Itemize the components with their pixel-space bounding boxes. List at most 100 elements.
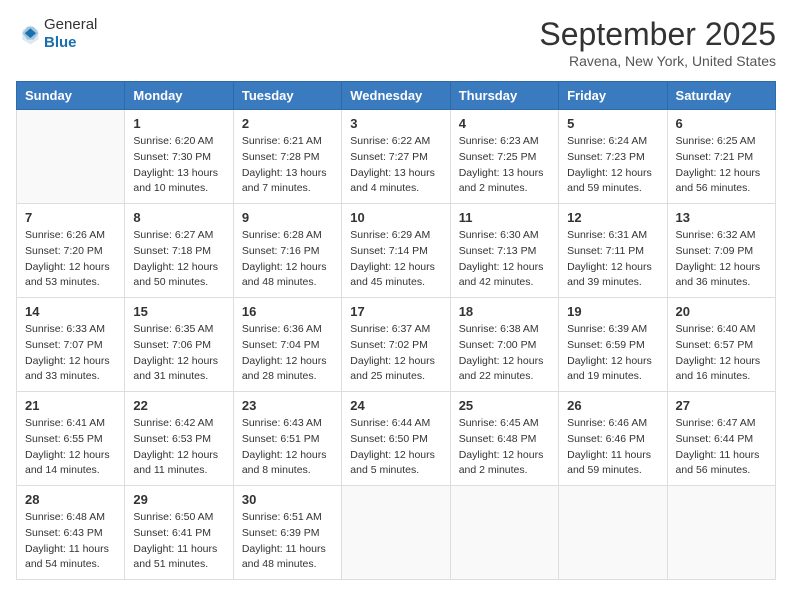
day-info: Sunrise: 6:44 AM Sunset: 6:50 PM Dayligh… — [350, 416, 441, 479]
weekday-header: Thursday — [450, 82, 558, 110]
day-number: 5 — [567, 116, 658, 131]
calendar-cell: 19 Sunrise: 6:39 AM Sunset: 6:59 PM Dayli… — [559, 298, 667, 392]
calendar-cell — [342, 486, 450, 580]
day-info: Sunrise: 6:33 AM Sunset: 7:07 PM Dayligh… — [25, 322, 116, 385]
day-info: Sunrise: 6:27 AM Sunset: 7:18 PM Dayligh… — [133, 228, 224, 291]
day-info: Sunrise: 6:41 AM Sunset: 6:55 PM Dayligh… — [25, 416, 116, 479]
calendar-cell — [17, 110, 125, 204]
calendar-cell — [450, 486, 558, 580]
logo: General Blue — [16, 16, 97, 52]
calendar-cell: 4 Sunrise: 6:23 AM Sunset: 7:25 PM Daylig… — [450, 110, 558, 204]
day-info: Sunrise: 6:20 AM Sunset: 7:30 PM Dayligh… — [133, 134, 224, 197]
location: Ravena, New York, United States — [539, 53, 776, 69]
day-number: 19 — [567, 304, 658, 319]
weekday-header: Monday — [125, 82, 233, 110]
day-number: 14 — [25, 304, 116, 319]
day-info: Sunrise: 6:47 AM Sunset: 6:44 PM Dayligh… — [676, 416, 767, 479]
day-info: Sunrise: 6:22 AM Sunset: 7:27 PM Dayligh… — [350, 134, 441, 197]
calendar-cell: 27 Sunrise: 6:47 AM Sunset: 6:44 PM Dayli… — [667, 392, 775, 486]
calendar-cell: 22 Sunrise: 6:42 AM Sunset: 6:53 PM Dayli… — [125, 392, 233, 486]
day-number: 27 — [676, 398, 767, 413]
title-block: September 2025 Ravena, New York, United … — [539, 16, 776, 69]
calendar-cell: 30 Sunrise: 6:51 AM Sunset: 6:39 PM Dayli… — [233, 486, 341, 580]
day-info: Sunrise: 6:23 AM Sunset: 7:25 PM Dayligh… — [459, 134, 550, 197]
day-number: 8 — [133, 210, 224, 225]
calendar-cell: 1 Sunrise: 6:20 AM Sunset: 7:30 PM Daylig… — [125, 110, 233, 204]
calendar-cell: 10 Sunrise: 6:29 AM Sunset: 7:14 PM Dayli… — [342, 204, 450, 298]
calendar-cell: 16 Sunrise: 6:36 AM Sunset: 7:04 PM Dayli… — [233, 298, 341, 392]
weekday-header: Tuesday — [233, 82, 341, 110]
day-number: 16 — [242, 304, 333, 319]
logo-text: General Blue — [44, 16, 97, 52]
week-row: 1 Sunrise: 6:20 AM Sunset: 7:30 PM Daylig… — [17, 110, 776, 204]
week-row: 14 Sunrise: 6:33 AM Sunset: 7:07 PM Dayli… — [17, 298, 776, 392]
week-row: 7 Sunrise: 6:26 AM Sunset: 7:20 PM Daylig… — [17, 204, 776, 298]
calendar-cell: 12Sunrise: 6:31 AM Sunset: 7:11 PM Dayli… — [559, 204, 667, 298]
day-info: Sunrise: 6:51 AM Sunset: 6:39 PM Dayligh… — [242, 510, 333, 573]
day-info: Sunrise: 6:32 AM Sunset: 7:09 PM Dayligh… — [676, 228, 767, 291]
day-info: Sunrise: 6:35 AM Sunset: 7:06 PM Dayligh… — [133, 322, 224, 385]
day-number: 23 — [242, 398, 333, 413]
day-number: 9 — [242, 210, 333, 225]
weekday-header: Sunday — [17, 82, 125, 110]
calendar-cell: 18 Sunrise: 6:38 AM Sunset: 7:00 PM Dayli… — [450, 298, 558, 392]
day-number: 30 — [242, 492, 333, 507]
day-info: Sunrise: 6:26 AM Sunset: 7:20 PM Dayligh… — [25, 228, 116, 291]
calendar-cell: 9Sunrise: 6:28 AM Sunset: 7:16 PM Daylig… — [233, 204, 341, 298]
day-number: 15 — [133, 304, 224, 319]
day-number: 10 — [350, 210, 441, 225]
page-header: General Blue September 2025 Ravena, New … — [16, 16, 776, 69]
day-info: Sunrise: 6:30 AM Sunset: 7:13 PM Dayligh… — [459, 228, 550, 291]
day-info: Sunrise: 6:31 AM Sunset: 7:11 PM Dayligh… — [567, 228, 658, 291]
day-info: Sunrise: 6:46 AM Sunset: 6:46 PM Dayligh… — [567, 416, 658, 479]
day-number: 17 — [350, 304, 441, 319]
logo-general: General — [44, 16, 97, 33]
calendar-cell: 7 Sunrise: 6:26 AM Sunset: 7:20 PM Daylig… — [17, 204, 125, 298]
weekday-header-row: SundayMondayTuesdayWednesdayThursdayFrid… — [17, 82, 776, 110]
day-number: 20 — [676, 304, 767, 319]
week-row: 28 Sunrise: 6:48 AM Sunset: 6:43 PM Dayli… — [17, 486, 776, 580]
day-info: Sunrise: 6:37 AM Sunset: 7:02 PM Dayligh… — [350, 322, 441, 385]
calendar-cell: 6Sunrise: 6:25 AM Sunset: 7:21 PM Daylig… — [667, 110, 775, 204]
day-info: Sunrise: 6:45 AM Sunset: 6:48 PM Dayligh… — [459, 416, 550, 479]
day-number: 1 — [133, 116, 224, 131]
calendar-cell: 14 Sunrise: 6:33 AM Sunset: 7:07 PM Dayli… — [17, 298, 125, 392]
day-number: 3 — [350, 116, 441, 131]
day-info: Sunrise: 6:38 AM Sunset: 7:00 PM Dayligh… — [459, 322, 550, 385]
calendar-cell: 5Sunrise: 6:24 AM Sunset: 7:23 PM Daylig… — [559, 110, 667, 204]
calendar-cell: 24Sunrise: 6:44 AM Sunset: 6:50 PM Dayli… — [342, 392, 450, 486]
day-number: 25 — [459, 398, 550, 413]
day-number: 22 — [133, 398, 224, 413]
calendar-cell: 11Sunrise: 6:30 AM Sunset: 7:13 PM Dayli… — [450, 204, 558, 298]
calendar-cell: 13 Sunrise: 6:32 AM Sunset: 7:09 PM Dayli… — [667, 204, 775, 298]
calendar-cell: 20 Sunrise: 6:40 AM Sunset: 6:57 PM Dayli… — [667, 298, 775, 392]
weekday-header: Wednesday — [342, 82, 450, 110]
weekday-header: Friday — [559, 82, 667, 110]
day-info: Sunrise: 6:29 AM Sunset: 7:14 PM Dayligh… — [350, 228, 441, 291]
calendar-cell: 8 Sunrise: 6:27 AM Sunset: 7:18 PM Daylig… — [125, 204, 233, 298]
calendar-cell — [667, 486, 775, 580]
day-number: 13 — [676, 210, 767, 225]
calendar-cell: 2Sunrise: 6:21 AM Sunset: 7:28 PM Daylig… — [233, 110, 341, 204]
calendar-cell: 23 Sunrise: 6:43 AM Sunset: 6:51 PM Dayli… — [233, 392, 341, 486]
month-title: September 2025 — [539, 16, 776, 53]
day-info: Sunrise: 6:48 AM Sunset: 6:43 PM Dayligh… — [25, 510, 116, 573]
day-number: 28 — [25, 492, 116, 507]
day-number: 18 — [459, 304, 550, 319]
week-row: 21Sunrise: 6:41 AM Sunset: 6:55 PM Dayli… — [17, 392, 776, 486]
calendar-cell: 17 Sunrise: 6:37 AM Sunset: 7:02 PM Dayli… — [342, 298, 450, 392]
day-number: 7 — [25, 210, 116, 225]
day-number: 29 — [133, 492, 224, 507]
day-info: Sunrise: 6:36 AM Sunset: 7:04 PM Dayligh… — [242, 322, 333, 385]
calendar-cell — [559, 486, 667, 580]
calendar-cell: 25 Sunrise: 6:45 AM Sunset: 6:48 PM Dayli… — [450, 392, 558, 486]
day-info: Sunrise: 6:42 AM Sunset: 6:53 PM Dayligh… — [133, 416, 224, 479]
day-info: Sunrise: 6:40 AM Sunset: 6:57 PM Dayligh… — [676, 322, 767, 385]
weekday-header: Saturday — [667, 82, 775, 110]
day-info: Sunrise: 6:21 AM Sunset: 7:28 PM Dayligh… — [242, 134, 333, 197]
calendar-cell: 3 Sunrise: 6:22 AM Sunset: 7:27 PM Daylig… — [342, 110, 450, 204]
day-number: 4 — [459, 116, 550, 131]
day-info: Sunrise: 6:39 AM Sunset: 6:59 PM Dayligh… — [567, 322, 658, 385]
calendar-cell: 15 Sunrise: 6:35 AM Sunset: 7:06 PM Dayli… — [125, 298, 233, 392]
day-info: Sunrise: 6:43 AM Sunset: 6:51 PM Dayligh… — [242, 416, 333, 479]
